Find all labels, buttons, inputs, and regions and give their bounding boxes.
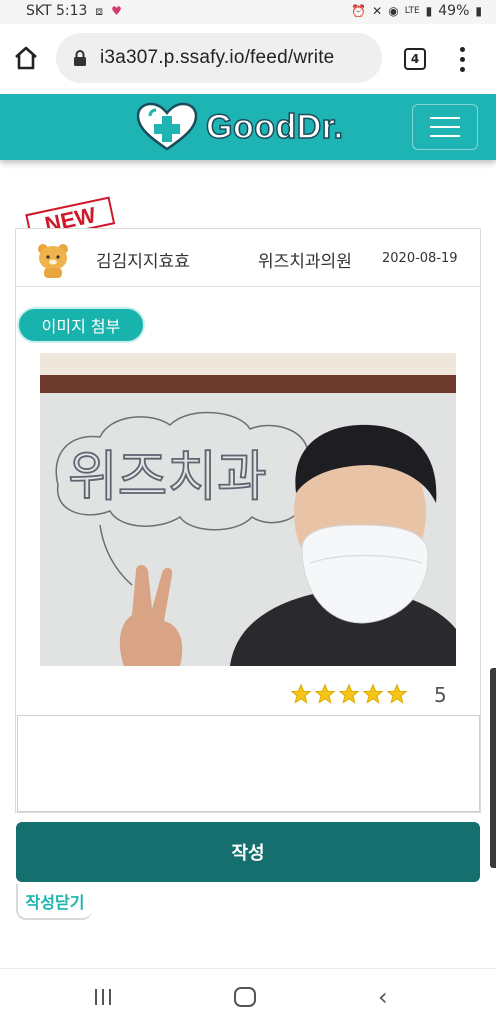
star-icon[interactable] xyxy=(362,683,384,705)
nav-home-icon[interactable] xyxy=(234,987,256,1007)
star-icon[interactable] xyxy=(338,683,360,705)
system-nav-bar: ‹ xyxy=(0,968,496,1025)
close-write-button[interactable]: 작성닫기 xyxy=(16,884,92,920)
star-rating[interactable] xyxy=(290,683,408,705)
status-bar: SKT 5:13 ⧈ ♥ ⏰ ✕ ◉ LTE ▮ 49% ▮ xyxy=(0,0,496,24)
home-icon[interactable] xyxy=(10,40,42,76)
avatar xyxy=(38,244,68,278)
browser-toolbar: i3a307.p.ssafy.io/feed/write 4 xyxy=(0,24,496,94)
location-icon: ◉ xyxy=(388,4,399,18)
attached-photo: 위즈치과 xyxy=(40,353,456,666)
alarm-icon: ⏰ xyxy=(351,4,367,18)
heart-icon: ♥ xyxy=(111,4,122,18)
submit-button[interactable]: 작성 xyxy=(16,822,480,882)
star-icon[interactable] xyxy=(314,683,336,705)
screenshot-icon: ⧈ xyxy=(95,3,104,18)
nav-recent-icon[interactable] xyxy=(95,989,111,1005)
network-label: LTE xyxy=(404,6,420,16)
review-textarea[interactable] xyxy=(17,715,480,812)
post-card: 김김지지효효 위즈치과의원 2020-08-19 이미지 첨부 위즈치과 5 xyxy=(15,228,481,813)
battery-percent: 49% xyxy=(438,3,470,19)
tabs-icon[interactable]: 4 xyxy=(404,48,426,70)
signal-icon: ▮ xyxy=(425,4,433,18)
url-text: i3a307.p.ssafy.io/feed/write xyxy=(100,47,335,68)
attach-image-button[interactable]: 이미지 첨부 xyxy=(17,307,145,343)
mute-icon: ✕ xyxy=(372,4,383,18)
post-date: 2020-08-19 xyxy=(382,251,458,266)
lock-icon xyxy=(74,50,86,66)
author-name: 김김지지효효 xyxy=(96,252,190,272)
logo-text: GoodDr. xyxy=(205,107,344,147)
rating-value: 5 xyxy=(434,683,447,707)
heart-cross-logo-icon xyxy=(136,102,198,151)
app-header: GoodDr. xyxy=(0,94,496,160)
photo-board-text: 위즈치과 xyxy=(68,445,267,508)
url-bar[interactable]: i3a307.p.ssafy.io/feed/write xyxy=(56,33,382,83)
scroll-indicator[interactable] xyxy=(490,668,496,868)
battery-icon: ▮ xyxy=(475,4,482,18)
nav-back-icon[interactable]: ‹ xyxy=(378,983,388,1011)
more-icon[interactable] xyxy=(452,44,472,74)
hospital-name: 위즈치과의원 xyxy=(258,252,352,272)
star-icon[interactable] xyxy=(386,683,408,705)
carrier-time: SKT 5:13 xyxy=(26,3,88,19)
logo[interactable]: GoodDr. xyxy=(136,102,344,152)
star-icon[interactable] xyxy=(290,683,312,705)
post-header: 김김지지효효 위즈치과의원 2020-08-19 xyxy=(16,229,480,287)
menu-icon[interactable] xyxy=(412,104,478,150)
